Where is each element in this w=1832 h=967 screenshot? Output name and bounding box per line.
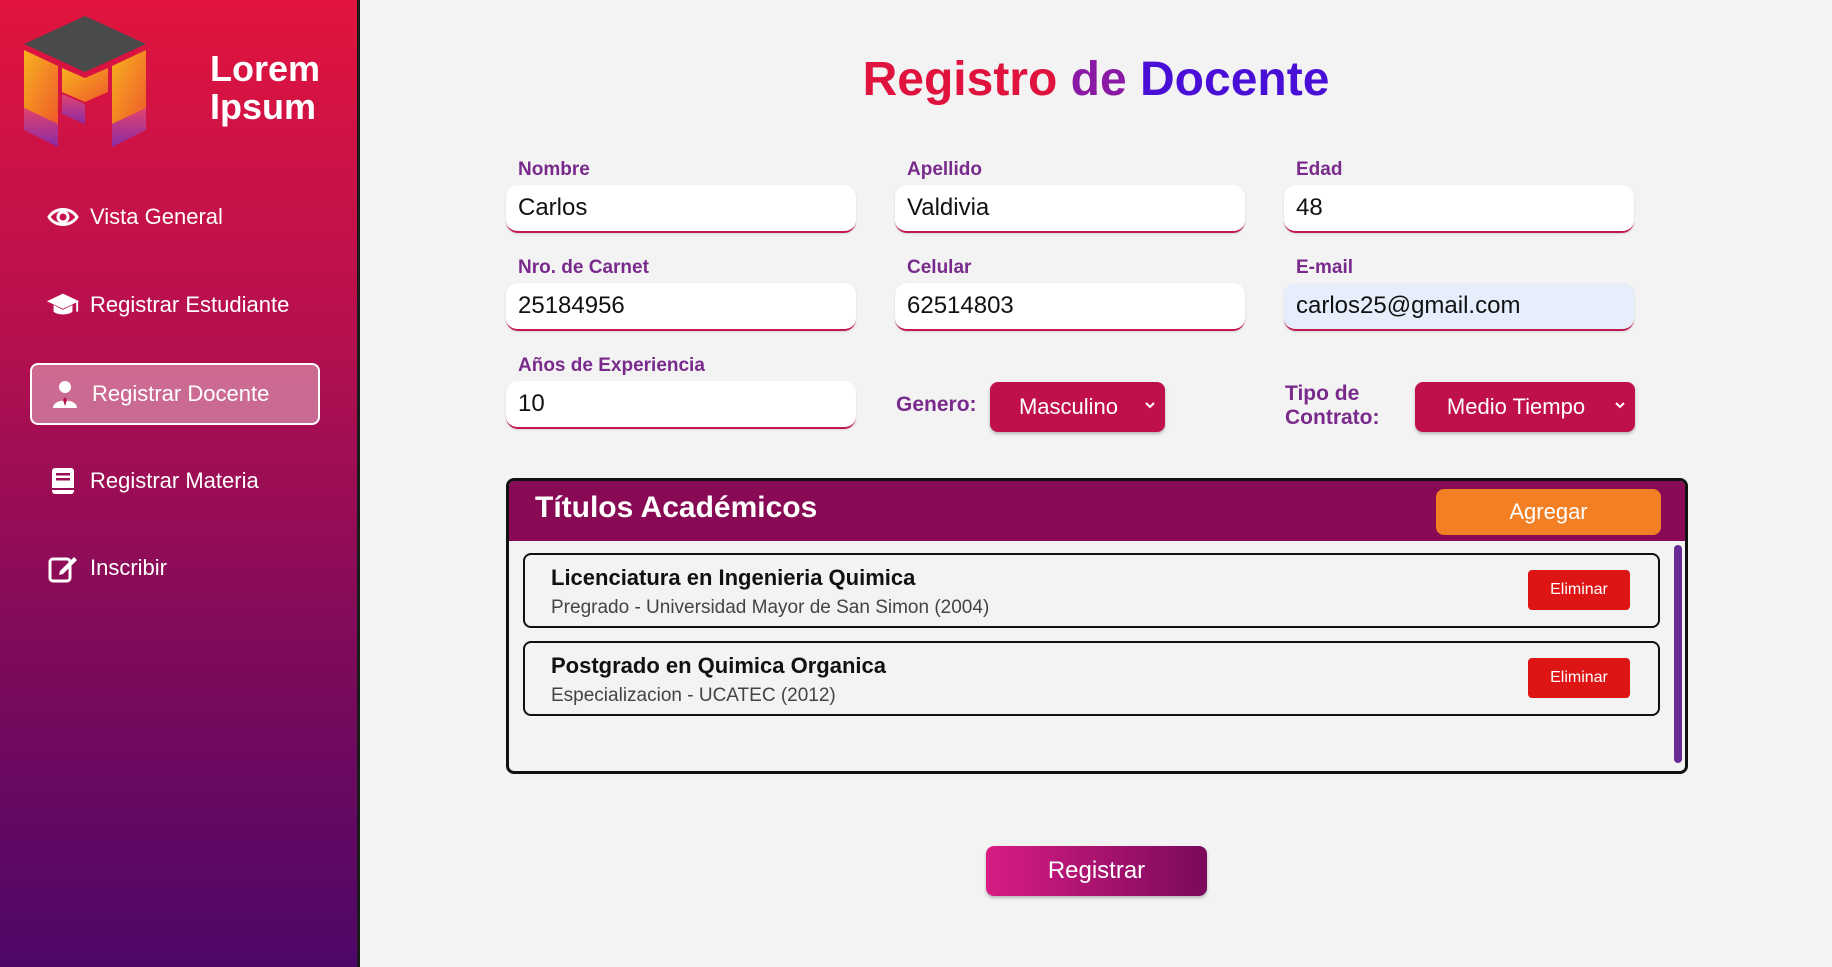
titulo-name: Licenciatura en Ingenieria Quimica <box>551 565 916 590</box>
sidebar-item-registrar-docente[interactable]: Registrar Docente <box>30 363 320 425</box>
sidebar-item-registrar-estudiante[interactable]: Registrar Estudiante <box>30 274 320 336</box>
carnet-input[interactable] <box>506 283 856 331</box>
edit-icon <box>46 553 80 583</box>
list-item: Licenciatura en Ingenieria Quimica Pregr… <box>523 553 1660 628</box>
eliminar-button[interactable]: Eliminar <box>1528 658 1630 698</box>
scrollbar[interactable] <box>1674 545 1682 763</box>
page-title: Registro de Docente <box>862 53 1330 106</box>
edad-label: Edad <box>1296 159 1343 180</box>
apellido-label: Apellido <box>907 159 982 180</box>
nombre-label: Nombre <box>518 159 590 180</box>
user-tie-icon <box>48 379 82 409</box>
sidebar-item-label: Inscribir <box>90 555 168 580</box>
list-item: Postgrado en Quimica Organica Especializ… <box>523 641 1660 716</box>
celular-label: Celular <box>907 257 972 278</box>
nombre-field: Nombre <box>506 155 856 233</box>
titulo-name: Postgrado en Quimica Organica <box>551 653 886 678</box>
nombre-input[interactable] <box>506 185 856 233</box>
genero-select[interactable]: Masculino <box>990 382 1165 432</box>
carnet-field: Nro. de Carnet <box>506 253 856 331</box>
sidebar: Lorem Ipsum Vista General Registrar Estu… <box>0 0 360 967</box>
sidebar-item-vista-general[interactable]: Vista General <box>30 186 320 248</box>
chevron-down-icon <box>1145 402 1155 409</box>
sidebar-item-inscribir[interactable]: Inscribir <box>30 537 320 599</box>
registrar-button[interactable]: Registrar <box>986 846 1207 896</box>
email-label: E-mail <box>1296 257 1354 278</box>
celular-field: Celular <box>895 253 1245 331</box>
graduation-cap-icon <box>46 290 80 320</box>
book-icon <box>46 466 80 496</box>
titulos-panel: Títulos Académicos Agregar Licenciatura … <box>506 478 1688 774</box>
titulos-title: Títulos Académicos <box>535 491 818 524</box>
apellido-field: Apellido <box>895 155 1245 233</box>
sidebar-item-label: Registrar Materia <box>90 468 259 493</box>
sidebar-item-label: Vista General <box>90 204 223 229</box>
email-field: E-mail <box>1284 253 1634 331</box>
agregar-button[interactable]: Agregar <box>1436 489 1661 535</box>
experiencia-field: Años de Experiencia <box>506 351 856 429</box>
edad-field: Edad <box>1284 155 1634 233</box>
eliminar-button[interactable]: Eliminar <box>1528 570 1630 610</box>
contrato-select[interactable]: Medio Tiempo <box>1415 382 1635 432</box>
apellido-input[interactable] <box>895 185 1245 233</box>
eye-icon <box>46 202 80 232</box>
chevron-down-icon <box>1615 402 1625 409</box>
sidebar-item-registrar-materia[interactable]: Registrar Materia <box>30 450 320 512</box>
brand-name: Lorem Ipsum <box>210 48 321 127</box>
titulo-detail: Especializacion - UCATEC (2012) <box>551 685 836 706</box>
experiencia-label: Años de Experiencia <box>518 355 705 376</box>
edad-input[interactable] <box>1284 185 1634 233</box>
celular-input[interactable] <box>895 283 1245 331</box>
email-input[interactable] <box>1284 283 1634 331</box>
carnet-label: Nro. de Carnet <box>518 257 649 278</box>
sidebar-item-label: Registrar Estudiante <box>90 292 290 317</box>
titulos-header: Títulos Académicos Agregar <box>509 481 1685 541</box>
titulo-detail: Pregrado - Universidad Mayor de San Simo… <box>551 597 990 618</box>
sidebar-item-label: Registrar Docente <box>92 381 270 406</box>
logo-icon <box>24 16 146 147</box>
contrato-label: Tipo de Contrato: <box>1285 382 1380 429</box>
experiencia-input[interactable] <box>506 381 856 429</box>
genero-label: Genero: <box>896 393 977 416</box>
